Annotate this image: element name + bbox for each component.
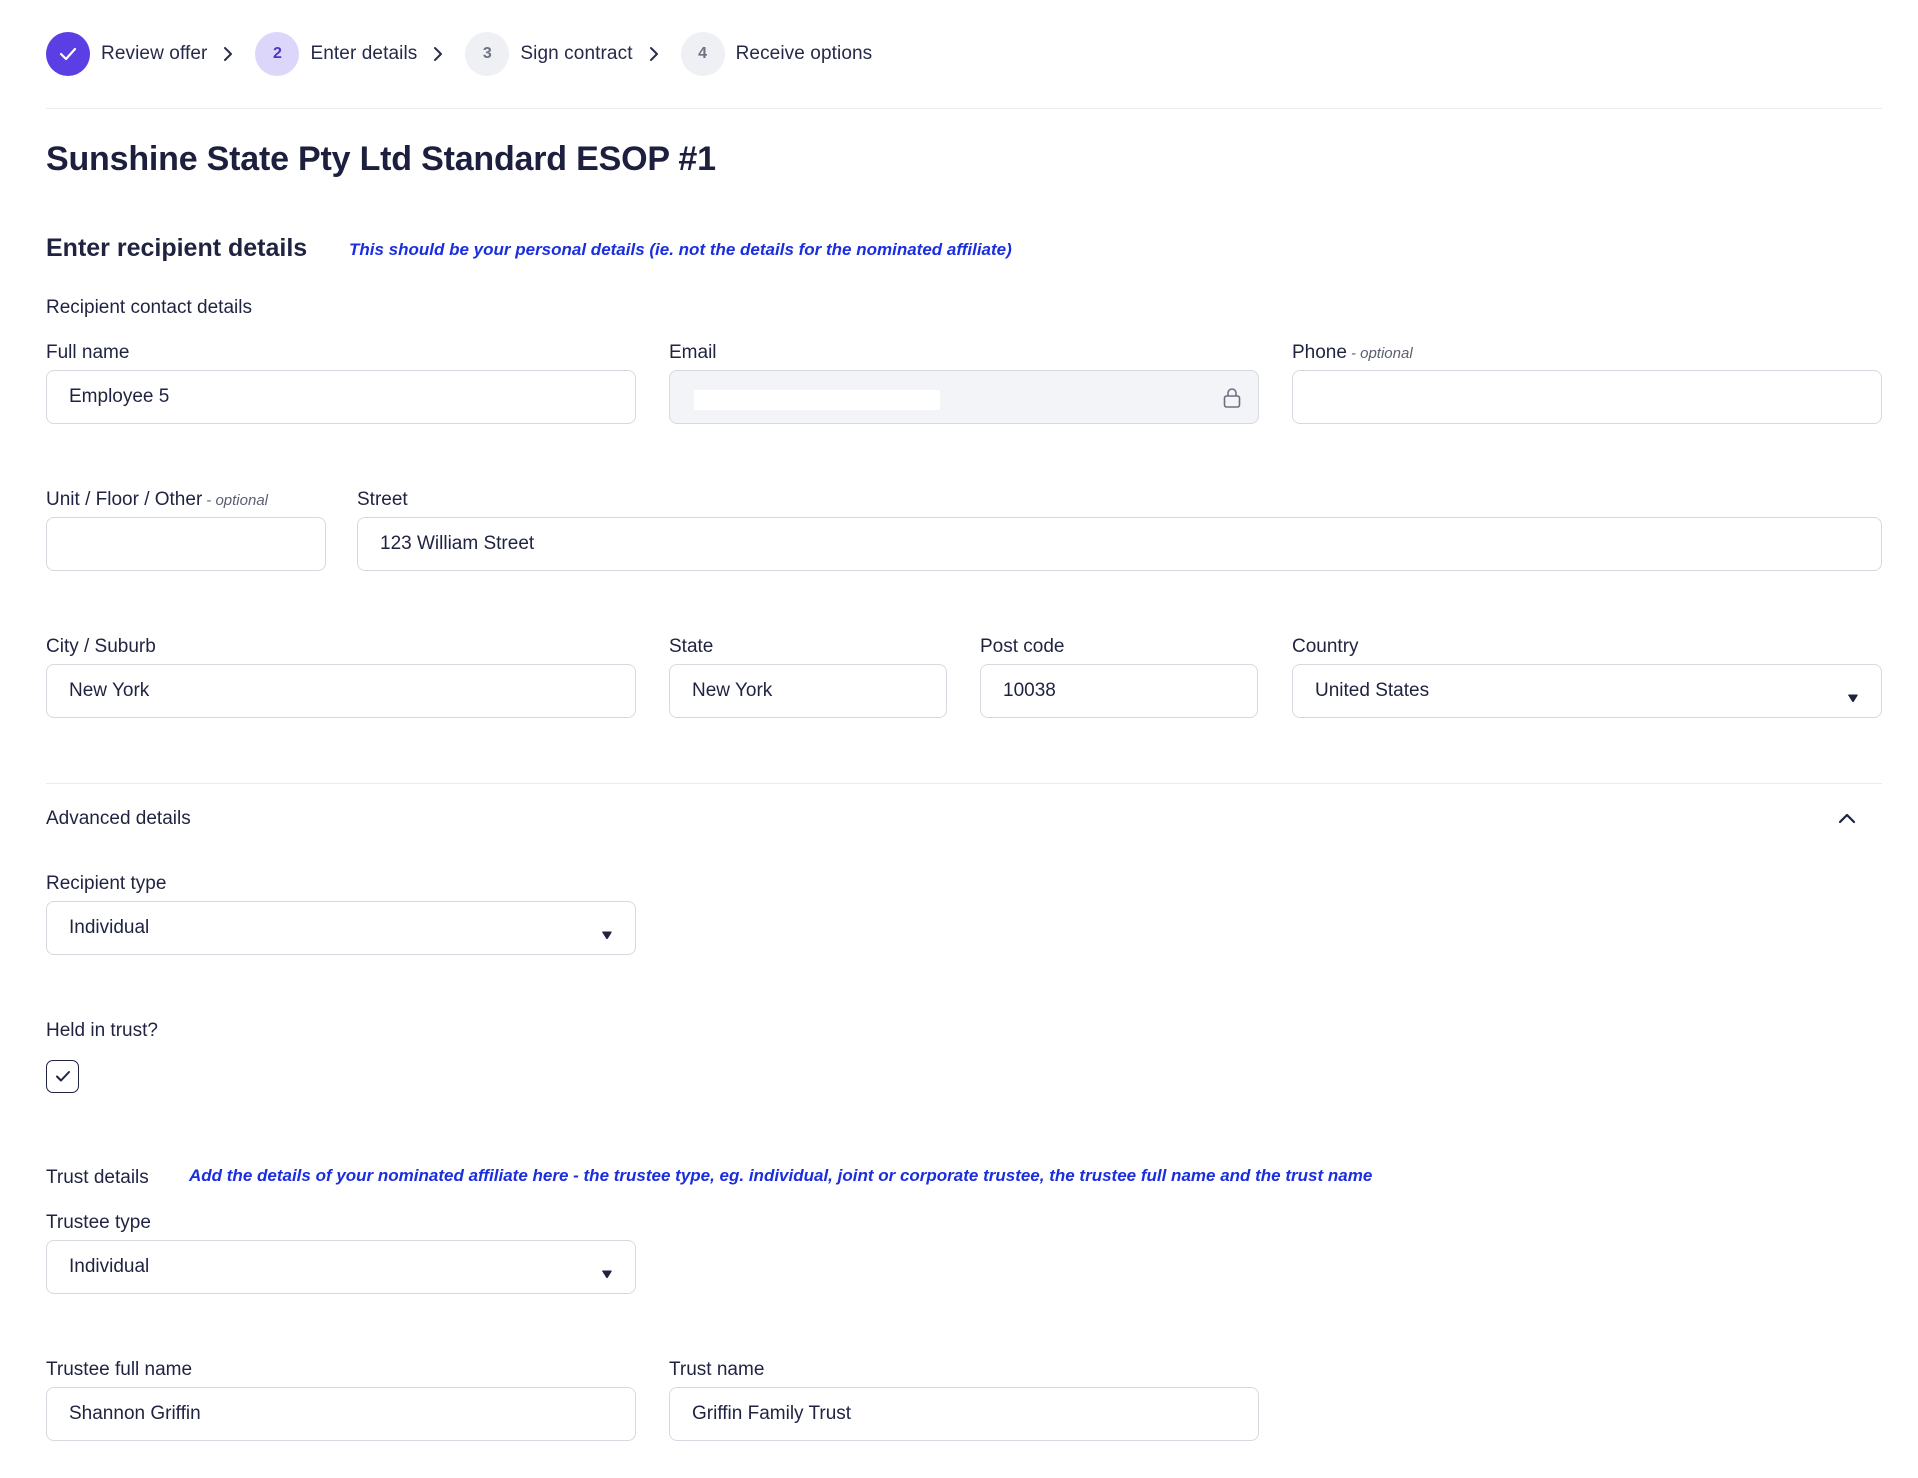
trustee-type-select[interactable]: Individual bbox=[46, 1240, 636, 1294]
page-title: Sunshine State Pty Ltd Standard ESOP #1 bbox=[46, 140, 716, 178]
header-divider bbox=[46, 108, 1882, 109]
state-input[interactable]: New York bbox=[669, 664, 947, 718]
check-icon bbox=[46, 32, 90, 76]
city-value: New York bbox=[69, 680, 150, 701]
caret-down-icon bbox=[601, 924, 613, 946]
advanced-divider bbox=[46, 783, 1882, 784]
step-enter-details[interactable]: 2 Enter details bbox=[255, 32, 417, 76]
lock-icon bbox=[1222, 387, 1242, 415]
caret-down-icon bbox=[601, 1263, 613, 1285]
phone-label: Phone - optional bbox=[1292, 342, 1413, 363]
advanced-details-title: Advanced details bbox=[46, 808, 191, 829]
step-label: Sign contract bbox=[520, 43, 633, 64]
country-select[interactable]: United States bbox=[1292, 664, 1882, 718]
caret-down-icon bbox=[1847, 687, 1859, 709]
trustee-full-name-input[interactable]: Shannon Griffin bbox=[46, 1387, 636, 1441]
contact-details-title: Recipient contact details bbox=[46, 297, 252, 318]
country-value: United States bbox=[1315, 680, 1430, 701]
held-in-trust-checkbox[interactable] bbox=[46, 1060, 79, 1093]
trust-hint: Add the details of your nominated affili… bbox=[189, 1166, 1373, 1185]
recipient-type-label: Recipient type bbox=[46, 873, 167, 894]
trustee-type-value: Individual bbox=[69, 1256, 150, 1277]
state-label: State bbox=[669, 636, 714, 657]
street-label: Street bbox=[357, 489, 408, 510]
recipient-hint: This should be your personal details (ie… bbox=[349, 240, 1012, 259]
trust-details-title: Trust details bbox=[46, 1167, 149, 1188]
step-number: 3 bbox=[465, 32, 510, 76]
progress-stepper: Review offer 2 Enter details 3 Sign cont… bbox=[46, 32, 872, 76]
city-input[interactable]: New York bbox=[46, 664, 636, 718]
held-in-trust-label: Held in trust? bbox=[46, 1020, 158, 1041]
trustee-type-label: Trustee type bbox=[46, 1212, 151, 1233]
phone-input[interactable] bbox=[1292, 370, 1882, 424]
postcode-value: 10038 bbox=[1003, 680, 1056, 701]
postcode-label: Post code bbox=[980, 636, 1065, 657]
trustee-full-name-label: Trustee full name bbox=[46, 1359, 193, 1380]
chevron-right-icon bbox=[223, 46, 233, 62]
full-name-input[interactable]: Employee 5 bbox=[46, 370, 636, 424]
unit-input[interactable] bbox=[46, 517, 326, 571]
trustee-full-name-value: Shannon Griffin bbox=[69, 1403, 201, 1424]
recipient-type-value: Individual bbox=[69, 917, 150, 938]
step-label: Receive options bbox=[735, 43, 873, 64]
chevron-right-icon bbox=[433, 46, 443, 62]
recipient-type-select[interactable]: Individual bbox=[46, 901, 636, 955]
city-label: City / Suburb bbox=[46, 636, 156, 657]
state-value: New York bbox=[692, 680, 773, 701]
step-review-offer[interactable]: Review offer bbox=[46, 32, 207, 76]
email-input[interactable] bbox=[669, 370, 1259, 424]
trust-name-label: Trust name bbox=[669, 1359, 765, 1380]
check-icon bbox=[55, 1071, 70, 1082]
trust-name-value: Griffin Family Trust bbox=[692, 1403, 852, 1424]
email-label: Email bbox=[669, 342, 717, 363]
country-label: Country bbox=[1292, 636, 1359, 657]
section-title: Enter recipient details bbox=[46, 234, 308, 262]
full-name-value: Employee 5 bbox=[69, 386, 170, 407]
chevron-right-icon bbox=[649, 46, 659, 62]
postcode-input[interactable]: 10038 bbox=[980, 664, 1258, 718]
unit-label: Unit / Floor / Other - optional bbox=[46, 489, 268, 510]
street-input[interactable]: 123 William Street bbox=[357, 517, 1882, 571]
step-label: Review offer bbox=[101, 43, 208, 64]
step-number: 4 bbox=[680, 32, 725, 76]
trust-name-input[interactable]: Griffin Family Trust bbox=[669, 1387, 1259, 1441]
full-name-label: Full name bbox=[46, 342, 130, 363]
street-value: 123 William Street bbox=[380, 533, 535, 554]
step-receive-options[interactable]: 4 Receive options bbox=[680, 32, 873, 76]
step-sign-contract[interactable]: 3 Sign contract bbox=[465, 32, 632, 76]
email-redaction bbox=[694, 390, 940, 410]
step-number: 2 bbox=[255, 32, 300, 76]
step-label: Enter details bbox=[310, 43, 418, 64]
chevron-up-icon[interactable] bbox=[1834, 806, 1860, 835]
